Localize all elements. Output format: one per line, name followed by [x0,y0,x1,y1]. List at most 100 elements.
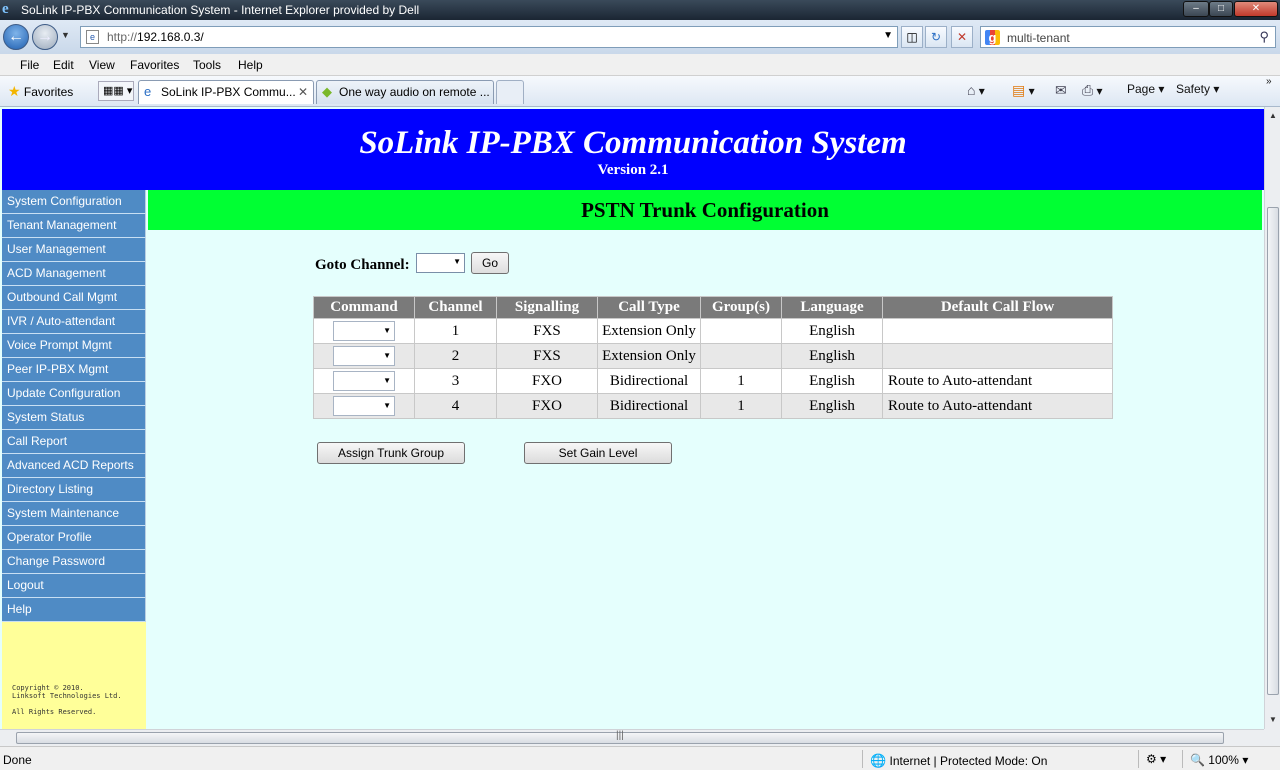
nav-outbound-call-mgmt[interactable]: Outbound Call Mgmt [2,286,146,310]
mail-icon[interactable]: ✉ [1055,82,1067,99]
feeds-icon[interactable]: ▤ ▾ [1012,82,1035,99]
menu-bar: File Edit View Favorites Tools Help [0,54,1280,76]
nav-acd-management[interactable]: ACD Management [2,262,146,286]
compatibility-view-icon[interactable]: ◫ [901,26,923,48]
groups-cell [700,343,782,369]
page-icon: e [86,30,99,44]
nav-help[interactable]: Help [2,598,146,622]
safety-menu[interactable]: Safety ▾ [1176,82,1219,96]
command-select[interactable]: ▼ [333,346,395,366]
nav-tenant-management[interactable]: Tenant Management [2,214,146,238]
channel-cell: 1 [414,318,497,344]
call-type-cell: Extension Only [597,318,701,344]
go-button[interactable]: Go [471,252,509,274]
close-window-button[interactable]: ✕ [1234,1,1278,17]
quick-tabs-icon[interactable]: ▦▦ ▾ [98,81,134,101]
nav-voice-prompt-mgmt[interactable]: Voice Prompt Mgmt [2,334,146,358]
back-arrow-icon[interactable]: ← [3,24,29,50]
channel-cell: 4 [414,393,497,419]
address-url[interactable]: http://192.168.0.3/ [107,30,204,44]
zoom-text: 100% [1208,753,1239,767]
more-commands-icon[interactable]: » [1266,76,1272,87]
col-channel: Channel [414,296,497,319]
address-bar[interactable]: e http://192.168.0.3/ ▼ [80,26,898,48]
refresh-icon[interactable]: ↻ [925,26,947,48]
page-menu[interactable]: Page ▾ [1127,82,1164,96]
menu-favorites[interactable]: Favorites [130,58,179,72]
menu-view[interactable]: View [89,58,115,72]
menu-tools[interactable]: Tools [193,58,221,72]
vertical-scroll-thumb[interactable] [1267,207,1279,695]
nav-system-status[interactable]: System Status [2,406,146,430]
search-icon[interactable]: ⚲ [1259,29,1269,45]
search-input[interactable]: multi-tenant [1007,31,1070,45]
site-icon: ◆ [322,84,332,99]
command-cell: ▼ [313,343,415,369]
set-gain-level-button[interactable]: Set Gain Level [524,442,672,464]
call-flow-cell: Route to Auto-attendant [882,368,1113,394]
zone-text: Internet | Protected Mode: On [889,754,1048,768]
maximize-button[interactable]: □ [1209,1,1233,17]
nav-advanced-acd-reports[interactable]: Advanced ACD Reports [2,454,146,478]
vertical-scrollbar[interactable]: ▲ ▼ [1264,107,1280,729]
scroll-down-icon[interactable]: ▼ [1269,715,1277,724]
favorites-star-icon: ★ [8,83,21,99]
chevron-down-icon: ▼ [453,257,461,266]
nav-user-management[interactable]: User Management [2,238,146,262]
search-box[interactable]: g multi-tenant ⚲ [980,26,1276,48]
call-flow-cell: Route to Auto-attendant [882,393,1113,419]
nav-system-maintenance[interactable]: System Maintenance [2,502,146,526]
home-icon[interactable]: ⌂ ▾ [967,82,985,98]
security-zone[interactable]: 🌐 Internet | Protected Mode: On [870,753,1047,769]
command-cell: ▼ [313,368,415,394]
forward-arrow-icon[interactable]: → [32,24,58,50]
url-host: 192.168.0.3/ [137,30,204,44]
page-title: PSTN Trunk Configuration [148,190,1262,230]
table-row: ▼ 3 FXO Bidirectional 1 English Route to… [313,368,1113,394]
copyright-line: Copyright © 2010. [12,684,84,692]
minimize-button[interactable]: – [1183,1,1209,17]
favorites-button[interactable]: ★ Favorites [8,83,73,100]
internet-explorer-icon: e [2,1,9,17]
new-tab-button[interactable] [496,80,524,104]
app-title: SoLink IP-PBX Communication System [359,125,907,161]
col-call-type: Call Type [597,296,701,319]
nav-update-configuration[interactable]: Update Configuration [2,382,146,406]
nav-ivr-auto-attendant[interactable]: IVR / Auto-attendant [2,310,146,334]
scroll-up-icon[interactable]: ▲ [1269,111,1277,120]
nav-operator-profile[interactable]: Operator Profile [2,526,146,550]
goto-channel-select[interactable]: ▼ [416,253,465,273]
command-select[interactable]: ▼ [333,321,395,341]
menu-edit[interactable]: Edit [53,58,74,72]
status-text: Done [3,753,32,767]
zoom-level[interactable]: 🔍 100% ▾ [1190,753,1248,767]
chevron-down-icon: ▼ [383,376,391,385]
col-groups: Group(s) [700,296,782,319]
assign-trunk-group-button[interactable]: Assign Trunk Group [317,442,465,464]
tab-solink[interactable]: e SoLink IP-PBX Commu... ✕ [138,80,314,104]
command-select[interactable]: ▼ [333,371,395,391]
nav-change-password[interactable]: Change Password [2,550,146,574]
print-icon[interactable]: ⎙ ▾ [1082,82,1103,99]
horizontal-scrollbar[interactable]: ||| [0,729,1264,746]
stop-icon[interactable]: ✕ [951,26,973,48]
nav-logout[interactable]: Logout [2,574,146,598]
channel-cell: 3 [414,368,497,394]
recent-pages-dropdown-icon[interactable]: ▼ [61,30,70,40]
tab-one-way-audio[interactable]: ◆ One way audio on remote ... [316,80,494,104]
address-dropdown-icon[interactable]: ▼ [883,30,893,41]
address-toolbar: ← → ▼ e http://192.168.0.3/ ▼ ◫ ↻ ✕ g mu… [0,20,1280,54]
call-type-cell: Bidirectional [597,393,701,419]
menu-help[interactable]: Help [238,58,263,72]
nav-directory-listing[interactable]: Directory Listing [2,478,146,502]
nav-call-report[interactable]: Call Report [2,430,146,454]
command-select[interactable]: ▼ [333,396,395,416]
sidebar-nav: System Configuration Tenant Management U… [2,190,146,622]
menu-file[interactable]: File [20,58,39,72]
protected-mode-icon[interactable]: ⚙ ▾ [1146,752,1166,766]
groups-cell: 1 [700,368,782,394]
app-banner: SoLink IP-PBX Communication System Versi… [2,109,1264,190]
nav-peer-ip-pbx-mgmt[interactable]: Peer IP-PBX Mgmt [2,358,146,382]
nav-system-configuration[interactable]: System Configuration [2,190,146,214]
close-tab-icon[interactable]: ✕ [298,81,308,103]
